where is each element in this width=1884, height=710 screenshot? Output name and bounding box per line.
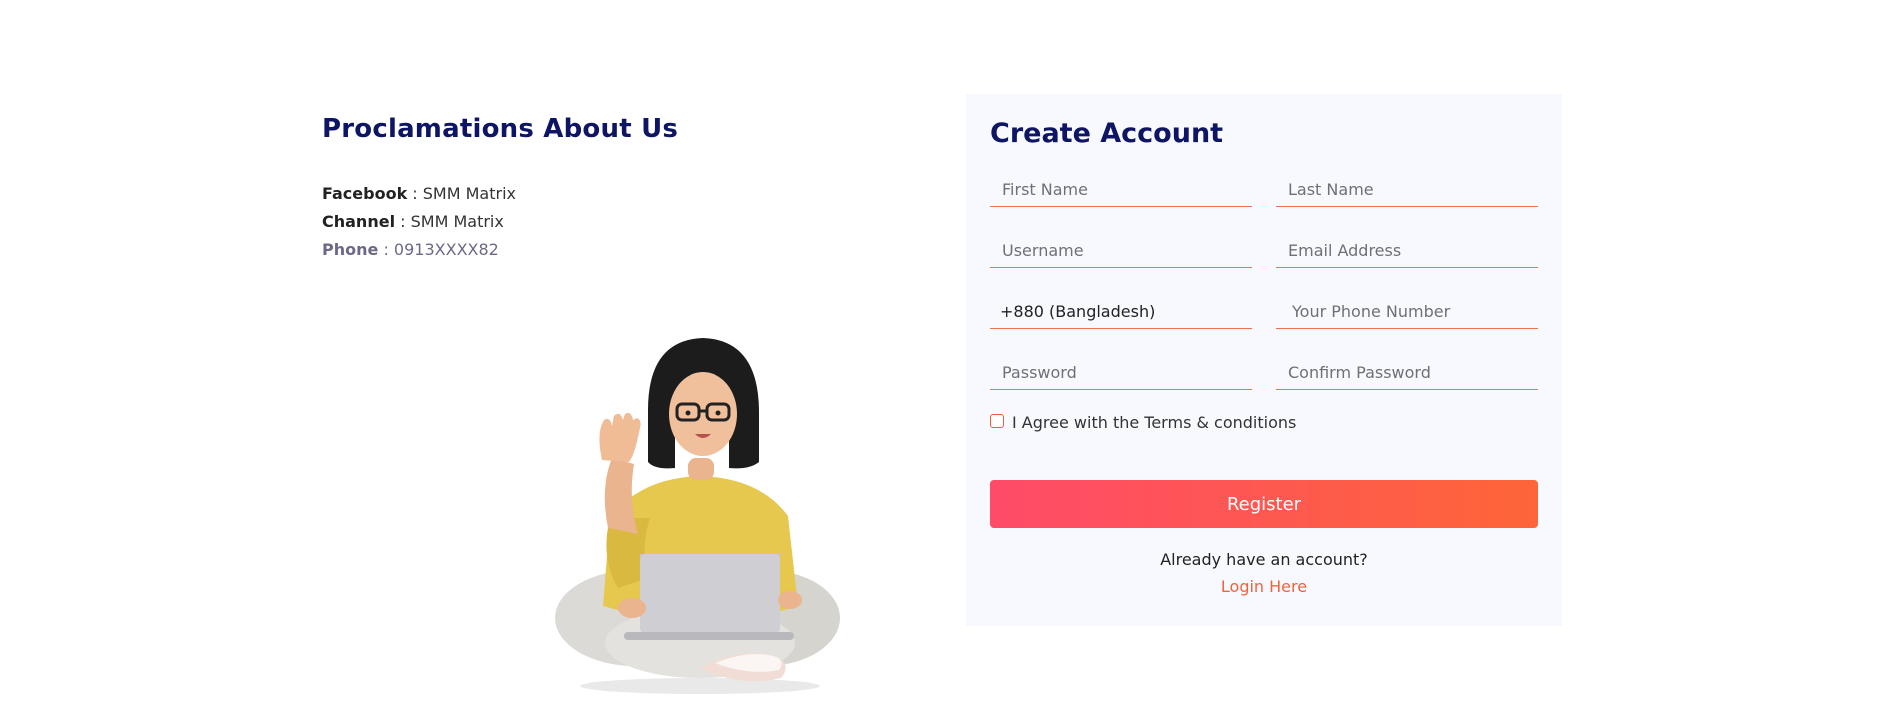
agree-terms-label[interactable]: I Agree with the Terms & conditions — [1012, 413, 1296, 432]
agree-terms-row: I Agree with the Terms & conditions — [990, 410, 1296, 432]
phone-field-wrapper — [1276, 294, 1538, 329]
phone-line: Phone : 0913XXXX82 — [322, 236, 516, 264]
have-account-text: Already have an account? — [1160, 550, 1368, 569]
phone-label: Phone — [322, 240, 379, 259]
password-input[interactable] — [990, 355, 1252, 389]
about-title: Proclamations About Us — [322, 114, 679, 144]
woman-with-laptop-illustration — [555, 338, 840, 694]
phone-value: : 0913XXXX82 — [378, 240, 499, 259]
email-field-wrapper — [1276, 233, 1538, 268]
channel-label: Channel — [322, 212, 396, 231]
username-field-wrapper — [990, 233, 1252, 268]
confirm-password-field-wrapper — [1276, 355, 1538, 390]
register-button[interactable]: Register — [990, 480, 1538, 528]
facebook-line: Facebook : SMM Matrix — [322, 180, 516, 208]
facebook-label: Facebook — [322, 184, 408, 203]
email-input[interactable] — [1276, 233, 1538, 267]
agree-terms-checkbox[interactable] — [990, 414, 1004, 428]
phone-input[interactable] — [1276, 294, 1538, 328]
first-name-field-wrapper — [990, 172, 1252, 207]
password-field-wrapper — [990, 355, 1252, 390]
country-code-input[interactable] — [990, 294, 1252, 328]
facebook-value: : SMM Matrix — [407, 184, 516, 203]
create-account-form: Create Account I Agree with the Terms & … — [966, 94, 1562, 626]
login-link[interactable]: Login Here — [966, 577, 1562, 596]
confirm-password-input[interactable] — [1276, 355, 1538, 389]
first-name-input[interactable] — [990, 172, 1252, 206]
channel-value: : SMM Matrix — [395, 212, 504, 231]
form-title: Create Account — [990, 118, 1224, 149]
contact-info: Facebook : SMM Matrix Channel : SMM Matr… — [322, 180, 516, 264]
last-name-field-wrapper — [1276, 172, 1538, 207]
last-name-input[interactable] — [1276, 172, 1538, 206]
username-input[interactable] — [990, 233, 1252, 267]
channel-line: Channel : SMM Matrix — [322, 208, 516, 236]
country-code-field-wrapper — [990, 294, 1252, 329]
